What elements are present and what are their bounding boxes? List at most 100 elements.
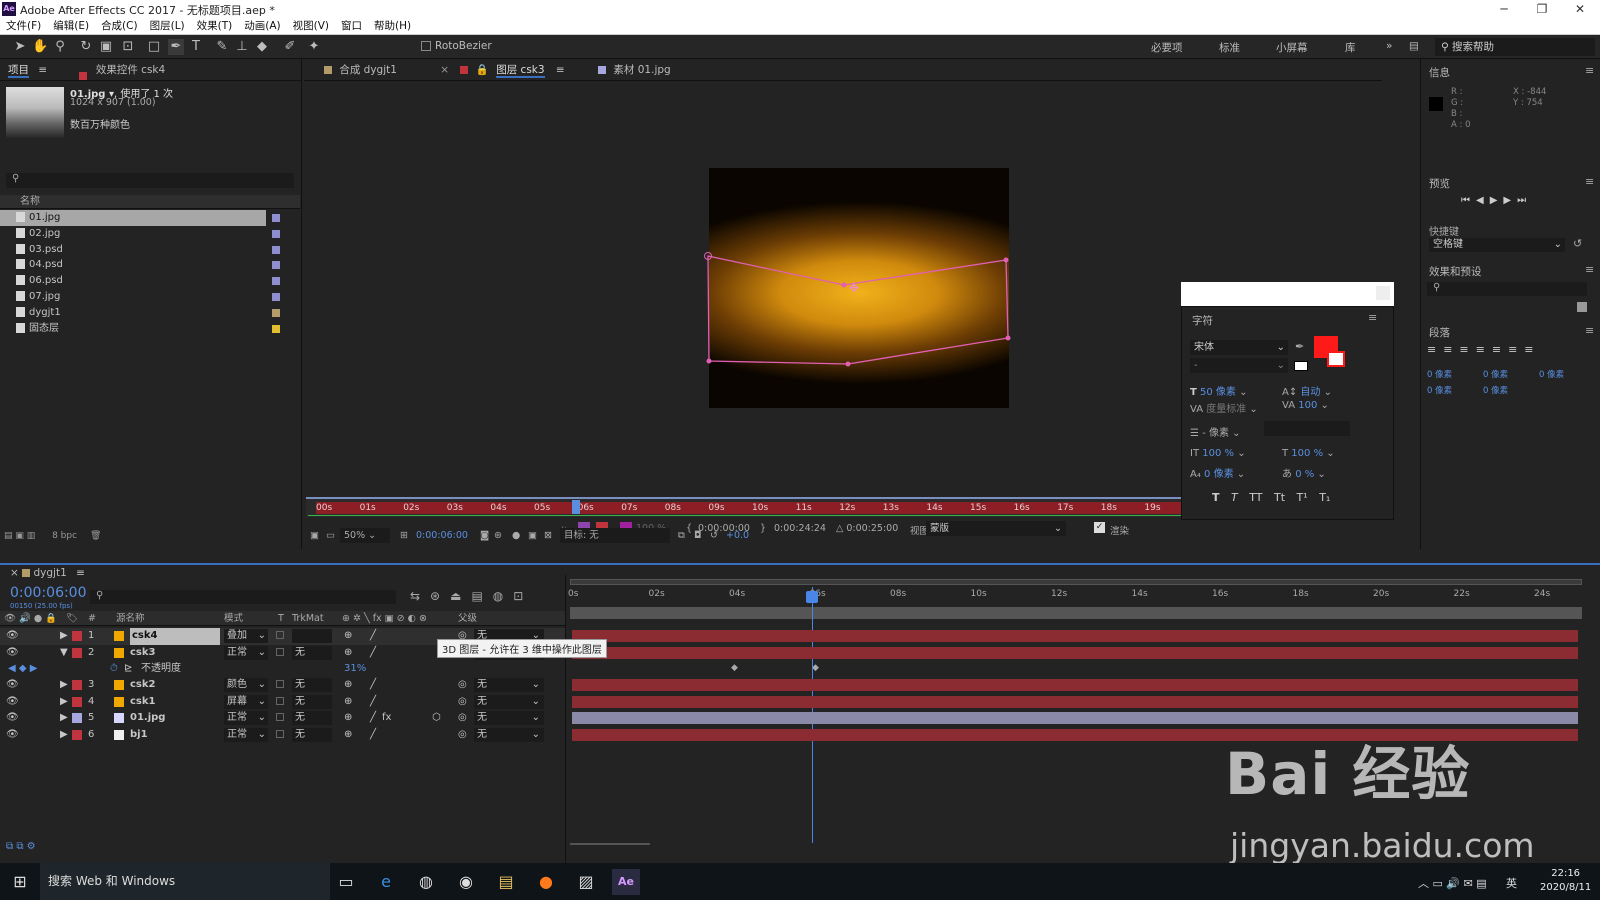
visibility-eye-icon[interactable]: 👁 — [6, 694, 19, 711]
tab-effect-controls[interactable]: 效果控件 csk4 — [96, 64, 165, 76]
layer-row[interactable]: 👁 ▶ 4 csk1 屏幕 ⌄ 无 ⊕ ╱ ◎ 无 ⌄ — [0, 694, 565, 711]
label-color-swatch[interactable] — [272, 293, 280, 301]
project-item[interactable]: 固态层 — [0, 321, 300, 337]
firefox-icon[interactable]: ● — [532, 869, 560, 895]
space-before[interactable]: 0 像素 — [1427, 384, 1452, 396]
menu-animation[interactable]: 动画(A) — [238, 18, 286, 35]
eraser-tool-icon[interactable]: ◆ — [254, 39, 270, 55]
taskbar-search[interactable]: 搜索 Web 和 Windows — [40, 863, 330, 900]
layer-playhead[interactable] — [572, 500, 580, 514]
pan-behind-tool-icon[interactable]: ⊡ — [120, 39, 136, 55]
visibility-eye-icon[interactable]: 👁 — [6, 645, 19, 662]
type-tool-icon[interactable]: T — [188, 39, 204, 55]
label-color-swatch[interactable] — [272, 245, 280, 254]
indent-first[interactable]: 0 像素 — [1539, 368, 1564, 380]
label-color-swatch[interactable] — [272, 229, 280, 238]
task-view-icon[interactable]: ▭ — [332, 869, 360, 895]
tab-footage[interactable]: 素材 01.jpg — [613, 64, 670, 76]
trkmat-select[interactable]: 无 — [292, 678, 332, 692]
monitor-icon[interactable]: ▭ — [326, 530, 335, 541]
tab-layer[interactable]: 图层 csk3 — [496, 64, 545, 78]
white-swatch[interactable] — [1294, 361, 1308, 371]
layer-name[interactable]: csk3 — [130, 645, 156, 662]
safe-margins-icon[interactable]: ⊞ — [400, 530, 408, 541]
reset-preview-icon[interactable]: ↺ — [1573, 237, 1582, 250]
menu-layer[interactable]: 图层(L) — [144, 18, 191, 35]
layer-label-color[interactable] — [72, 680, 82, 690]
font-family-select[interactable]: 宋体 ⌄ — [1190, 340, 1288, 355]
layer-mode-select[interactable]: 正常 ⌄ — [224, 711, 268, 725]
hand-tool-icon[interactable]: ✋ — [32, 39, 48, 55]
layer-name[interactable]: bj1 — [130, 727, 148, 744]
project-item[interactable]: 02.jpg — [0, 226, 300, 242]
info-menu-icon[interactable]: ≡ — [1585, 64, 1594, 77]
indent-left[interactable]: 0 像素 — [1427, 368, 1452, 380]
font-size-value[interactable]: 50 像素 — [1200, 387, 1236, 398]
3d-layer-switch-icon[interactable]: ⬡ — [432, 710, 441, 727]
baseline-value[interactable]: 0 像素 — [1204, 469, 1234, 480]
label-color-swatch[interactable] — [272, 308, 280, 317]
preserve-transparency-checkbox[interactable] — [276, 631, 284, 639]
indent-right[interactable]: 0 像素 — [1483, 368, 1508, 380]
paragraph-align-buttons[interactable]: ≡≡≡≡≡≡≡ — [1427, 343, 1541, 356]
pickwhip-icon[interactable]: ◎ — [458, 677, 467, 694]
layer-name[interactable]: 01.jpg — [130, 710, 165, 727]
more-workspaces-icon[interactable]: » — [1386, 40, 1392, 52]
close-icon[interactable]: ✕ — [1562, 0, 1598, 18]
menu-edit[interactable]: 编辑(E) — [47, 18, 95, 35]
visibility-eye-icon[interactable]: 👁 — [6, 677, 19, 694]
project-column-header[interactable]: 名称 — [0, 195, 300, 209]
channel-icon[interactable]: ● — [512, 530, 520, 541]
app-icon-1[interactable]: ◍ — [412, 869, 440, 895]
quality-switch-icon[interactable]: ╱ — [370, 727, 376, 744]
app-icon-2[interactable]: ◉ — [452, 869, 480, 895]
project-item[interactable]: 07.jpg — [0, 289, 300, 305]
zoom-tool-icon[interactable]: ⚲ — [52, 39, 68, 55]
new-preset-icon[interactable] — [1577, 302, 1587, 312]
zoom-select[interactable]: 50% ⌄ — [340, 528, 390, 543]
expand-arrow-icon[interactable]: ▶ — [60, 727, 68, 744]
camera-icon[interactable]: ◘ — [694, 530, 702, 541]
label-color-swatch[interactable] — [272, 261, 280, 270]
roto-brush-tool-icon[interactable]: ✐ — [282, 39, 298, 55]
fx-switch-icon[interactable]: fx — [382, 710, 391, 727]
taskbar-clock[interactable]: 22:16 2020/8/11 — [1540, 867, 1591, 895]
layer-name[interactable]: csk4 — [130, 628, 220, 645]
shy-switch-icon[interactable]: ⊕ — [344, 710, 352, 727]
show-snapshot-icon[interactable]: ⊛ — [494, 530, 502, 541]
after-effects-taskbar-icon[interactable]: Ae — [612, 869, 640, 895]
layer-name[interactable]: csk2 — [130, 677, 156, 694]
parent-select[interactable]: 无⌄ — [474, 695, 544, 709]
rectangle-tool-icon[interactable]: □ — [146, 39, 162, 55]
layer-row[interactable]: 👁 ▶ 3 csk2 颜色 ⌄ 无 ⊕ ╱ ◎ 无 ⌄ — [0, 677, 565, 694]
transparency-grid-icon[interactable]: ⊠ — [544, 530, 552, 541]
layer-mode-select[interactable]: 正常 ⌄ — [224, 646, 268, 660]
expand-arrow-icon[interactable]: ▶ — [60, 710, 68, 727]
visibility-eye-icon[interactable]: 👁 — [6, 727, 19, 744]
trkmat-select[interactable]: 无 — [292, 695, 332, 709]
tracking-value[interactable]: 100 — [1298, 400, 1317, 411]
edge-icon[interactable]: e — [372, 869, 400, 895]
rotobezier-checkbox[interactable] — [421, 41, 431, 51]
menu-view[interactable]: 视图(V) — [287, 18, 335, 35]
puppet-tool-icon[interactable]: ✦ — [306, 39, 322, 55]
shy-switch-icon[interactable]: ⊕ — [344, 628, 352, 645]
pickwhip-icon[interactable]: ◎ — [458, 694, 467, 711]
effects-menu-icon[interactable]: ≡ — [1585, 263, 1594, 276]
playback-controls[interactable]: ⏮◀▶▶⏭ — [1461, 195, 1532, 206]
pen-tool-icon[interactable]: ✒ — [168, 39, 184, 55]
pickwhip-icon[interactable]: ◎ — [458, 727, 467, 744]
layer-label-color[interactable] — [72, 730, 82, 740]
shortcut-select[interactable]: 空格键 ⌄ — [1429, 238, 1565, 252]
tab-composition[interactable]: 合成 dygjt1 — [339, 64, 397, 76]
visibility-eye-icon[interactable]: 👁 — [6, 628, 19, 645]
kerning-value[interactable]: 度量标准 — [1206, 404, 1246, 415]
zoom-slider[interactable] — [570, 843, 650, 845]
expand-arrow-icon[interactable]: ▶ — [60, 677, 68, 694]
horizontal-scale-value[interactable]: 100 % — [1291, 448, 1323, 459]
preserve-transparency-checkbox[interactable] — [276, 680, 284, 688]
trkmat-select[interactable] — [292, 629, 332, 643]
project-item[interactable]: 03.psd — [0, 242, 300, 258]
menu-help[interactable]: 帮助(H) — [368, 18, 417, 35]
project-item[interactable]: 06.psd — [0, 273, 300, 289]
